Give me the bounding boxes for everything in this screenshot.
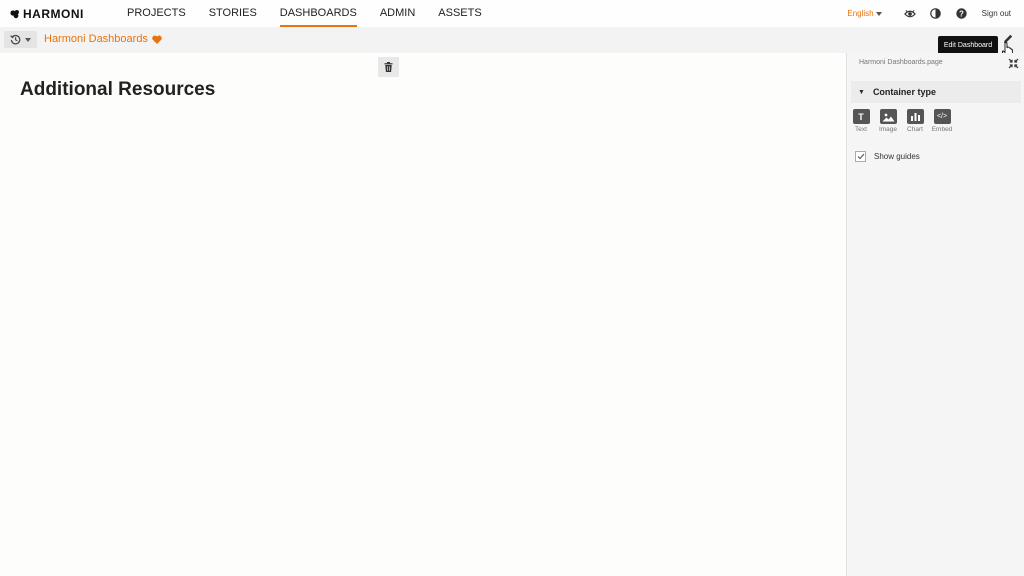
language-label: English bbox=[847, 9, 874, 18]
show-guides-label: Show guides bbox=[874, 152, 920, 161]
heart-icon bbox=[152, 35, 162, 44]
container-type-embed[interactable]: </> Embed bbox=[932, 109, 952, 133]
main-nav: PROJECTS STORIES DASHBOARDS ADMIN ASSETS bbox=[127, 0, 505, 27]
language-select[interactable]: English bbox=[847, 9, 882, 18]
nav-projects[interactable]: PROJECTS bbox=[127, 0, 186, 27]
container-type-image[interactable]: Image bbox=[878, 109, 898, 133]
caret-down-icon bbox=[875, 11, 882, 16]
top-navigation-bar: HARMONI PROJECTS STORIES DASHBOARDS ADMI… bbox=[0, 0, 1024, 27]
dashboard-toolbar: Harmoni Dashboards bbox=[0, 27, 1024, 53]
text-type-icon: T bbox=[852, 109, 870, 124]
collapse-icon[interactable] bbox=[1008, 58, 1019, 69]
harmoni-logo[interactable]: HARMONI bbox=[10, 7, 84, 21]
triangle-down-icon: ▼ bbox=[858, 88, 865, 96]
chart-type-icon bbox=[906, 109, 924, 124]
breadcrumb[interactable]: Harmoni Dashboards bbox=[44, 33, 162, 45]
trash-icon bbox=[384, 62, 393, 72]
logo-text: HARMONI bbox=[23, 7, 84, 21]
edit-dashboard-tooltip: Edit Dashboard bbox=[938, 36, 998, 54]
edit-side-panel: Harmoni Dashboards.page ▼ Container type… bbox=[846, 53, 1024, 576]
logo-icon bbox=[10, 10, 19, 19]
dashboard-canvas[interactable]: Additional Resources bbox=[0, 53, 846, 576]
svg-text:?: ? bbox=[959, 9, 964, 18]
nav-stories[interactable]: STORIES bbox=[209, 0, 257, 27]
image-type-icon bbox=[879, 109, 897, 124]
top-right-controls: English ? Sign out bbox=[847, 0, 1024, 27]
container-type-label: Chart bbox=[907, 126, 923, 133]
history-icon bbox=[10, 34, 21, 45]
container-type-label: Embed bbox=[931, 126, 953, 133]
breadcrumb-dashboard-name: Harmoni Dashboards bbox=[44, 33, 148, 45]
nav-admin[interactable]: ADMIN bbox=[380, 0, 415, 27]
container-type-text[interactable]: T Text bbox=[851, 109, 871, 133]
history-button[interactable] bbox=[4, 31, 37, 48]
delete-container-button[interactable] bbox=[378, 57, 399, 77]
section-title: Container type bbox=[872, 87, 936, 97]
contrast-icon[interactable] bbox=[930, 8, 942, 20]
show-guides-checkbox[interactable] bbox=[855, 151, 866, 162]
page-heading[interactable]: Additional Resources bbox=[20, 79, 215, 101]
preview-eye-icon[interactable] bbox=[903, 8, 916, 20]
container-type-label: Image bbox=[878, 126, 898, 133]
container-type-label: Text bbox=[855, 126, 867, 133]
container-type-list: T Text Image Chart </> Embed bbox=[851, 109, 952, 133]
nav-dashboards[interactable]: DASHBOARDS bbox=[279, 0, 357, 27]
container-type-chart[interactable]: Chart bbox=[905, 109, 925, 133]
container-type-section-header[interactable]: ▼ Container type bbox=[851, 81, 1021, 103]
caret-down-icon bbox=[25, 37, 31, 42]
embed-code-icon: </> bbox=[933, 109, 951, 124]
page-path: Harmoni Dashboards.page bbox=[859, 59, 943, 66]
help-icon[interactable]: ? bbox=[956, 8, 968, 20]
show-guides-toggle[interactable]: Show guides bbox=[855, 151, 920, 162]
sign-out-link[interactable]: Sign out bbox=[982, 9, 1011, 18]
checkmark-icon bbox=[857, 153, 864, 160]
nav-assets[interactable]: ASSETS bbox=[438, 0, 481, 27]
